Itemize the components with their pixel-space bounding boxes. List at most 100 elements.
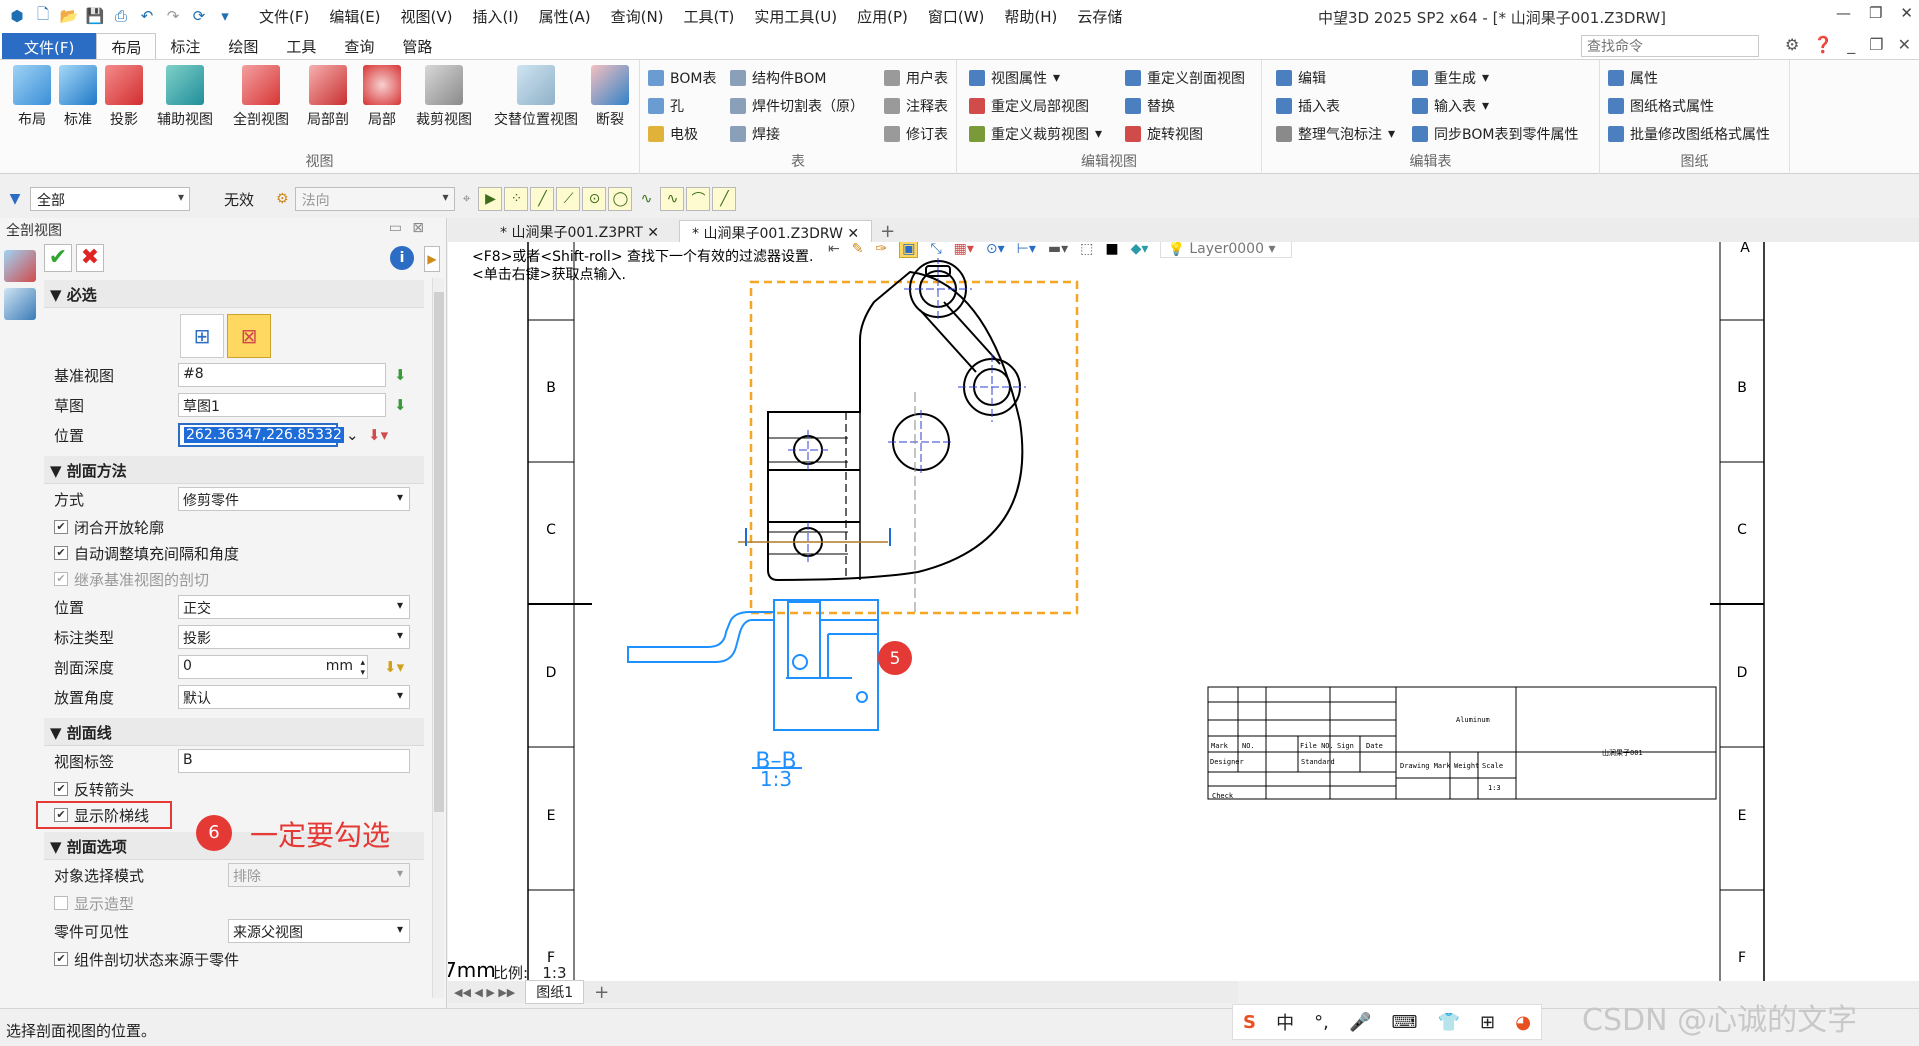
ime-punct-icon[interactable]: °, [1314,1012,1329,1033]
canvas-pen-icon[interactable]: ✎ [852,242,864,257]
open-file-icon[interactable]: 📂 [58,5,80,27]
snap-midpoint-icon[interactable]: ⟋ [556,187,581,211]
panel-expand-icon[interactable]: ▶ [424,246,440,272]
menu-cloud[interactable]: 云存储 [1068,2,1131,31]
style-icon[interactable]: ⚙ [276,191,289,207]
batch-sheet-format-button[interactable]: 批量修改图纸格式属性 [1608,122,1770,146]
tab-tools[interactable]: 工具 [272,33,330,59]
doc-tab-part-close-icon[interactable]: ✕ [647,225,659,241]
filter-combo[interactable]: 全部 [30,187,190,211]
object-select-mode-select[interactable]: 排除 [228,863,410,887]
minimize-icon[interactable]: — [1836,4,1851,22]
view-attributes-button[interactable]: 视图属性 ▾ [969,66,1060,90]
component-cut-row[interactable]: ✔ 组件剖切状态来源于零件 [44,946,424,972]
full-section-button[interactable]: 全剖视图 [226,65,296,129]
note-table-button[interactable]: 注释表 [884,94,948,118]
replace-button[interactable]: 替换 [1125,94,1175,118]
canvas-snap-icon[interactable]: ⤡ [930,242,941,257]
menu-file[interactable]: 文件(F) [250,2,318,31]
restore-icon[interactable]: ❐ [1869,4,1882,22]
tab-layout[interactable]: 布局 [96,33,157,59]
save-icon[interactable]: 💾 [84,5,106,27]
new-file-icon[interactable]: 🗋 [32,5,54,27]
sheet-attributes-button[interactable]: 属性 [1608,66,1658,90]
redefine-detail-button[interactable]: 重定义局部视图 [969,94,1089,118]
section-type-2-icon[interactable]: ⊠ [227,314,271,358]
doc-restore-icon[interactable]: ❐ [1869,35,1883,54]
electrode-table-button[interactable]: 电极 [648,122,698,146]
redefine-section-button[interactable]: 重定义剖面视图 [1125,66,1245,90]
canvas-grid-icon[interactable]: ▦▾ [954,242,974,257]
section-required[interactable]: ▼ 必选 [44,280,424,308]
doc-minimize-icon[interactable]: _ [1847,35,1855,54]
structure-bom-button[interactable]: 结构件BOM [730,66,826,90]
sheet-format-button[interactable]: 图纸格式属性 [1608,94,1714,118]
reverse-arrow-checkbox[interactable]: ✔ [54,782,68,796]
doc-tab-drawing-close-icon[interactable]: ✕ [847,226,859,242]
snap-line-icon[interactable]: ╱ [530,187,555,211]
close-contour-checkbox[interactable]: ✔ [54,520,68,534]
section-view-icon[interactable] [4,250,36,282]
auto-hatch-row[interactable]: ✔ 自动调整填充间隔和角度 [44,540,424,566]
rotate-view-button[interactable]: 旋转视图 [1125,122,1203,146]
arrange-balloon-button[interactable]: 整理气泡标注 ▾ [1276,122,1395,146]
component-cut-checkbox[interactable]: ✔ [54,952,68,966]
alternate-position-button[interactable]: 交替位置视图 [488,65,584,129]
doc-close-icon[interactable]: ✕ [1898,35,1911,54]
sync-bom-button[interactable]: 同步BOM表到零件属性 [1412,122,1578,146]
projection-button[interactable]: 投影 [94,65,154,129]
canvas-dotted-icon[interactable]: ⬚ [1080,242,1093,257]
cut-depth-spinner-icon[interactable]: ▴ ▾ [360,658,365,678]
canvas-color-icon[interactable]: ■ [1105,242,1118,257]
sheet-tab[interactable]: 图纸1 [525,980,585,1004]
section-cutline[interactable]: ▼ 剖面线 [44,718,424,746]
doc-tab-drawing[interactable]: * 山涧果子001.Z3DRW ✕ [679,220,873,242]
book-icon[interactable] [4,288,36,320]
direction-combo[interactable]: 法向 [294,187,455,211]
help-icon[interactable]: ❓ [1813,35,1833,54]
detail-view-button[interactable]: 局部 [352,65,412,129]
tab-annotate[interactable]: 标注 [156,33,214,59]
snap-tangent-icon[interactable]: ╱ [712,187,737,211]
confirm-icon[interactable]: ✔ [44,244,72,272]
ime-logo-icon[interactable]: S [1243,1012,1256,1033]
print-icon[interactable]: ⎙ [110,5,132,27]
annotation-type-select[interactable]: 投影 [178,625,410,649]
bom-table-button[interactable]: BOM表 [648,66,716,90]
snap-grid-icon[interactable]: ⁘ [504,187,529,211]
position-expand-icon[interactable]: ⌄ [346,426,359,444]
revision-table-button[interactable]: 修订表 [884,122,948,146]
insert-table-button[interactable]: 插入表 [1276,94,1340,118]
redefine-crop-button[interactable]: 重定义裁剪视图 ▾ [969,122,1102,146]
ime-mascot-icon[interactable]: ◕ [1515,1012,1531,1033]
menu-insert[interactable]: 插入(I) [464,2,528,31]
position-field[interactable]: 262.36347,226.85332 [178,423,344,447]
add-tab-icon[interactable]: + [872,221,903,242]
dropdown-icon[interactable]: ▾ [214,5,236,27]
panel-scroll-thumb[interactable] [434,292,444,812]
weld-cut-table-button[interactable]: 焊件切割表（原） [730,94,864,118]
place-angle-select[interactable]: 默认 [178,685,410,709]
redo-icon[interactable]: ↷ [162,5,184,27]
snap-icon[interactable]: ⌖ [463,191,471,207]
snap-curve-icon[interactable]: ∿ [634,187,659,211]
ime-apps-icon[interactable]: ⊞ [1480,1012,1495,1033]
canvas-select-icon[interactable]: ▣ [899,242,919,258]
close-contour-row[interactable]: ✔ 闭合开放轮廓 [44,514,424,540]
menu-help[interactable]: 帮助(H) [995,2,1066,31]
menu-utilities[interactable]: 实用工具(U) [745,2,846,31]
reverse-arrow-row[interactable]: ✔ 反转箭头 [44,776,424,802]
command-search-input[interactable] [1581,35,1759,57]
mode-select[interactable]: 修剪零件 [178,487,410,511]
panel-scrollbar[interactable] [432,278,444,998]
position-pick-icon[interactable]: ⬇▾ [368,426,388,444]
canvas-view-icon[interactable]: ⊙▾ [986,242,1005,257]
snap-play-icon[interactable]: ▶ [478,187,503,211]
menu-query[interactable]: 查询(N) [602,2,673,31]
menu-view[interactable]: 视图(V) [392,2,462,31]
ime-skin-icon[interactable]: 👕 [1438,1012,1460,1033]
placement-select[interactable]: 正交 [178,595,410,619]
layer-combo[interactable]: 💡 Layer0000 ▾ [1160,242,1293,258]
tab-query[interactable]: 查询 [330,33,388,59]
sketch-field[interactable]: 草图1 [178,393,386,417]
